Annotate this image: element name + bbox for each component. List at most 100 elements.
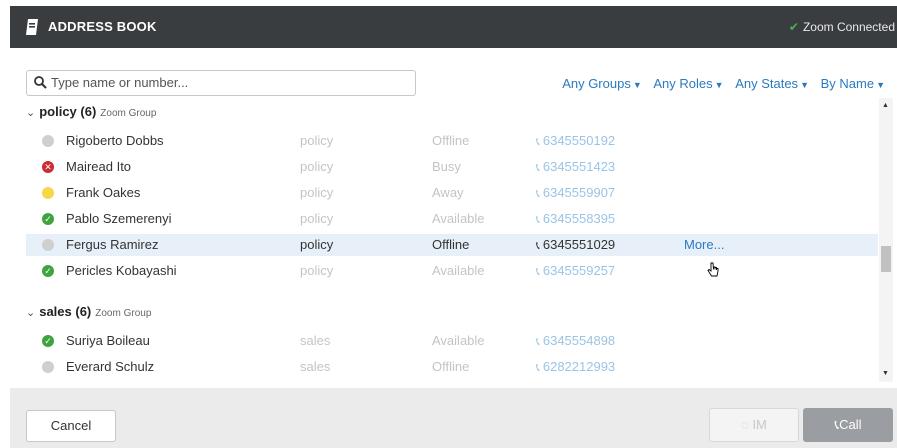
dialog-title: ADDRESS BOOK [48, 19, 157, 34]
contact-state: Away [432, 185, 464, 200]
contact-phone[interactable]: 📞︎ 6345551423 [536, 159, 615, 175]
contact-name: Frank Oakes [66, 185, 141, 200]
contact-row[interactable]: ✕ Mairead Ito policy Busy 📞︎ 6345551423 [26, 156, 878, 178]
search-input[interactable] [51, 73, 406, 91]
group-subtitle: Zoom Group [100, 108, 157, 119]
address-book-dialog: ADDRESS BOOK ✔Zoom Connected Any Groups▼… [10, 6, 897, 448]
group-header-sales[interactable]: ⌄ sales (6) Zoom Group [26, 304, 151, 326]
cancel-button[interactable]: Cancel [26, 410, 116, 442]
contact-name: Fergus Ramirez [66, 237, 159, 252]
status-offline-icon [42, 361, 54, 373]
phone-icon: 📞︎ [536, 362, 540, 374]
chat-icon: ◌ [741, 417, 753, 432]
status-offline-icon [42, 239, 54, 251]
contact-row-selected[interactable]: Fergus Ramirez policy Offline 📞︎ 63455510… [26, 234, 878, 256]
contact-group: sales [300, 359, 331, 374]
contact-group: policy [300, 263, 334, 278]
contact-group: policy [300, 159, 334, 174]
contact-name: Pablo Szemerenyi [66, 211, 172, 226]
im-button[interactable]: ◌ IM [709, 408, 799, 442]
contact-group: sales [300, 333, 331, 348]
filter-any-states-label: Any States [735, 76, 799, 91]
contact-name: Everard Schulz [66, 359, 155, 374]
caret-down-icon: ▼ [800, 80, 809, 90]
contact-phone[interactable]: 📞︎ 6282212993 [536, 359, 615, 375]
filter-any-roles[interactable]: Any Roles ▼ [653, 76, 723, 91]
more-link[interactable]: More... [684, 237, 724, 252]
contact-state: Available [432, 333, 485, 348]
scrollbar[interactable]: ▲ ▼ [879, 98, 893, 382]
contact-phone-number: 6345559257 [542, 263, 616, 278]
phone-icon: 📞︎ [536, 266, 540, 278]
contact-list: ⌄ policy (6) Zoom Group Rigoberto Dobbs po… [26, 98, 878, 382]
contact-phone-number: 6282212993 [542, 359, 616, 374]
contact-group: policy [300, 211, 334, 226]
contact-state: Offline [432, 359, 470, 374]
phone-icon: 📞︎ [536, 240, 540, 252]
contact-phone[interactable]: 📞︎ 6345550192 [536, 133, 615, 149]
contact-group: policy [300, 133, 334, 148]
contact-row[interactable]: Rigoberto Dobbs policy Offline 📞︎ 6345550… [26, 130, 878, 152]
contact-phone[interactable]: 📞︎ 6345558395 [536, 211, 615, 227]
call-button[interactable]: 📞︎Call [803, 408, 893, 442]
phone-icon: 📞︎ [536, 162, 540, 174]
contact-group: policy [300, 237, 334, 252]
contact-row[interactable]: ✓ Pericles Kobayashi policy Available 📞︎… [26, 260, 878, 282]
group-header-policy[interactable]: ⌄ policy (6) Zoom Group [26, 104, 156, 126]
hand-cursor-icon [707, 262, 719, 277]
contact-phone-number: 6345551423 [542, 159, 616, 174]
connection-status-text: Zoom Connected [802, 20, 895, 34]
group-subtitle: Zoom Group [95, 308, 152, 319]
contact-phone-number: 6345558395 [542, 211, 616, 226]
connection-status: ✔ Zoom Connected [789, 20, 895, 34]
search-box[interactable] [26, 70, 416, 96]
status-offline-icon [42, 135, 54, 147]
filter-any-roles-label: Any Roles [653, 76, 713, 91]
scrollbar-thumb[interactable] [881, 246, 891, 272]
contact-phone[interactable]: 📞︎ 6345554898 [536, 333, 615, 349]
contact-phone[interactable]: 📞︎ 6345559907 [536, 185, 615, 201]
phone-icon: 📞︎ [536, 336, 540, 348]
phone-icon: 📞︎ [536, 136, 540, 148]
phone-icon: 📞︎ [536, 188, 540, 200]
contact-state: Offline [432, 237, 470, 252]
sort-by-name-label: By Name [820, 76, 875, 91]
status-available-icon: ✓ [42, 265, 54, 277]
phone-icon: 📞︎ [536, 214, 540, 226]
contact-phone-number: 6345554898 [542, 333, 616, 348]
caret-down-icon: ▼ [714, 80, 724, 90]
contact-name: Pericles Kobayashi [66, 263, 177, 278]
filter-any-states[interactable]: Any States ▼ [735, 76, 809, 91]
contact-state: Busy [432, 159, 461, 174]
contact-state: Available [432, 263, 485, 278]
scroll-down-icon[interactable]: ▼ [882, 370, 889, 377]
filter-any-groups-label: Any Groups [562, 76, 631, 91]
group-name: policy (6) [39, 104, 97, 119]
contact-name: Suriya Boileau [66, 333, 150, 348]
dialog-footer: Cancel ◌ IM 📞︎Call [10, 388, 897, 448]
contact-name: Mairead Ito [66, 159, 132, 174]
contact-phone[interactable]: 📞︎ 6345551029 [536, 237, 615, 253]
contact-phone[interactable]: 📞︎ 6345559257 [536, 263, 615, 279]
contact-state: Offline [432, 133, 470, 148]
scroll-up-icon[interactable]: ▲ [882, 102, 889, 109]
contact-row[interactable]: ✓ Suriya Boileau sales Available 📞︎ 63455… [26, 330, 878, 352]
filter-any-groups[interactable]: Any Groups ▼ [562, 76, 642, 91]
contact-name: Rigoberto Dobbs [66, 133, 164, 148]
contact-state: Available [432, 211, 485, 226]
contact-group: policy [300, 185, 334, 200]
sort-by-name[interactable]: By Name ▼ [821, 76, 885, 91]
check-icon: ✔ [788, 20, 799, 34]
contact-row[interactable]: Everard Schulz sales Offline 📞︎ 628221299… [26, 356, 878, 378]
search-icon [34, 76, 47, 89]
chevron-down-icon: ⌄ [26, 107, 36, 119]
caret-down-icon: ▼ [632, 80, 642, 90]
background-strip [0, 0, 10, 448]
caret-down-icon: ▼ [876, 80, 885, 90]
address-book-icon [26, 19, 38, 35]
contact-row[interactable]: Frank Oakes policy Away 📞︎ 6345559907 [26, 182, 878, 204]
contact-row[interactable]: ✓ Pablo Szemerenyi policy Available 📞︎ 63… [26, 208, 878, 230]
filter-bar: Any Groups ▼ Any Roles ▼ Any States ▼ By Na… [554, 76, 885, 91]
contact-phone-number: 6345550192 [542, 133, 616, 148]
chevron-down-icon: ⌄ [26, 307, 36, 319]
